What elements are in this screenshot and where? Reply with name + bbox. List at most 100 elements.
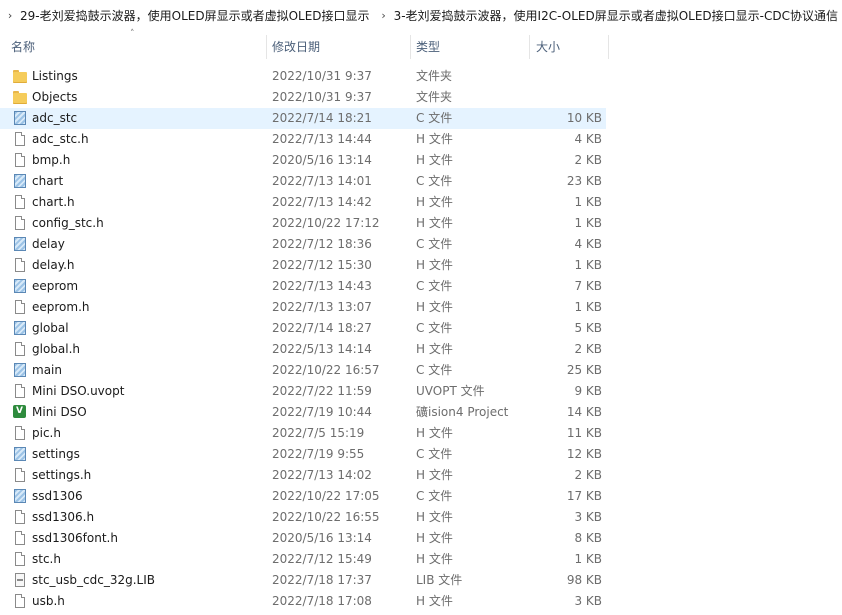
file-name: global.h bbox=[32, 342, 81, 356]
file-type: 文件夹 bbox=[416, 69, 453, 83]
file-size bbox=[530, 66, 602, 87]
file-name: eeprom.h bbox=[32, 300, 90, 314]
chevron-right-icon[interactable]: › bbox=[4, 9, 16, 22]
file-row[interactable]: adc_stc 2022/7/14 18:21 C 文件 10 KB bbox=[0, 108, 606, 129]
column-header-type[interactable]: 类型 bbox=[416, 33, 440, 61]
file-row[interactable]: Objects 2022/10/31 9:37 文件夹 bbox=[0, 87, 606, 108]
file-date: 2022/7/14 18:21 bbox=[272, 111, 372, 125]
file-icon bbox=[13, 510, 27, 525]
file-size: 3 KB bbox=[574, 594, 602, 608]
file-icon bbox=[13, 594, 27, 609]
column-header-date[interactable]: 修改日期 bbox=[272, 33, 320, 61]
file-row[interactable]: stc_usb_cdc_32g.LIB 2022/7/18 17:37 LIB 文件… bbox=[0, 570, 606, 591]
file-name: ssd1306.h bbox=[32, 510, 95, 524]
breadcrumb-item[interactable]: 29-老刘爱捣鼓示波器，使用OLED屏显示或者虚拟OLED接口显示 bbox=[16, 7, 374, 24]
file-type: H 文件 bbox=[416, 258, 453, 272]
file-name: global bbox=[32, 321, 69, 335]
file-icon bbox=[13, 132, 27, 147]
file-name: delay bbox=[32, 237, 65, 251]
file-row[interactable]: settings.h 2022/7/13 14:02 H 文件 2 KB bbox=[0, 465, 606, 486]
file-row[interactable]: config_stc.h 2022/10/22 17:12 H 文件 1 KB bbox=[0, 213, 606, 234]
file-size: 98 KB bbox=[566, 573, 602, 587]
file-type: 文件夹 bbox=[416, 90, 453, 104]
file-row[interactable]: delay 2022/7/12 18:36 C 文件 4 KB bbox=[0, 234, 606, 255]
column-divider[interactable] bbox=[529, 35, 530, 59]
file-name: adc_stc.h bbox=[32, 132, 89, 146]
file-date: 2022/10/31 9:37 bbox=[272, 90, 372, 104]
file-size: 11 KB bbox=[566, 426, 602, 440]
file-date: 2022/5/13 14:14 bbox=[272, 342, 372, 356]
lib-file-icon bbox=[13, 573, 27, 588]
folder-icon bbox=[13, 90, 27, 105]
file-name: chart.h bbox=[32, 195, 75, 209]
file-row[interactable]: adc_stc.h 2022/7/13 14:44 H 文件 4 KB bbox=[0, 129, 606, 150]
file-row[interactable]: global 2022/7/14 18:27 C 文件 5 KB bbox=[0, 318, 606, 339]
file-name: stc.h bbox=[32, 552, 61, 566]
file-date: 2022/7/12 18:36 bbox=[272, 237, 372, 251]
file-date: 2022/7/14 18:27 bbox=[272, 321, 372, 335]
c-file-icon bbox=[13, 111, 27, 126]
file-icon bbox=[13, 300, 27, 315]
file-name: delay.h bbox=[32, 258, 75, 272]
file-name: adc_stc bbox=[32, 111, 78, 125]
keil-project-icon: V bbox=[13, 405, 27, 420]
file-row[interactable]: eeprom 2022/7/13 14:43 C 文件 7 KB bbox=[0, 276, 606, 297]
file-name: Objects bbox=[32, 90, 78, 104]
file-icon bbox=[13, 384, 27, 399]
file-size bbox=[530, 87, 602, 108]
column-header-name[interactable]: 名称 bbox=[11, 33, 35, 61]
chevron-right-icon[interactable]: › bbox=[378, 9, 390, 22]
file-row[interactable]: Mini DSO.uvopt 2022/7/22 11:59 UVOPT 文件 9 K… bbox=[0, 381, 606, 402]
file-type: C 文件 bbox=[416, 447, 453, 461]
file-row[interactable]: chart 2022/7/13 14:01 C 文件 23 KB bbox=[0, 171, 606, 192]
file-name: ssd1306 bbox=[32, 489, 83, 503]
file-type: H 文件 bbox=[416, 153, 453, 167]
file-date: 2022/10/22 16:57 bbox=[272, 363, 380, 377]
file-row[interactable]: settings 2022/7/19 9:55 C 文件 12 KB bbox=[0, 444, 606, 465]
file-size: 10 KB bbox=[566, 111, 602, 125]
file-size: 3 KB bbox=[574, 510, 602, 524]
file-row[interactable]: eeprom.h 2022/7/13 13:07 H 文件 1 KB bbox=[0, 297, 606, 318]
folder-icon bbox=[13, 69, 27, 84]
file-row[interactable]: ssd1306font.h 2020/5/16 13:14 H 文件 8 KB bbox=[0, 528, 606, 549]
file-type: UVOPT 文件 bbox=[416, 384, 485, 398]
file-name: settings bbox=[32, 447, 80, 461]
file-name: ssd1306font.h bbox=[32, 531, 118, 545]
file-date: 2022/7/12 15:30 bbox=[272, 258, 372, 272]
file-size: 2 KB bbox=[574, 468, 602, 482]
file-row[interactable]: chart.h 2022/7/13 14:42 H 文件 1 KB bbox=[0, 192, 606, 213]
file-row[interactable]: pic.h 2022/7/5 15:19 H 文件 11 KB bbox=[0, 423, 606, 444]
file-type: C 文件 bbox=[416, 174, 453, 188]
column-divider[interactable] bbox=[608, 35, 609, 59]
column-divider[interactable] bbox=[266, 35, 267, 59]
file-date: 2022/7/22 11:59 bbox=[272, 384, 372, 398]
file-type: H 文件 bbox=[416, 426, 453, 440]
file-type: H 文件 bbox=[416, 342, 453, 356]
column-header: 名称 ˄ 修改日期 类型 大小 bbox=[0, 29, 842, 61]
file-row[interactable]: global.h 2022/5/13 14:14 H 文件 2 KB bbox=[0, 339, 606, 360]
file-row[interactable]: V Mini DSO 2022/7/19 10:44 礦ision4 Project 1… bbox=[0, 402, 606, 423]
file-icon bbox=[13, 216, 27, 231]
file-row[interactable]: Listings 2022/10/31 9:37 文件夹 bbox=[0, 66, 606, 87]
file-date: 2020/5/16 13:14 bbox=[272, 153, 372, 167]
file-row[interactable]: usb.h 2022/7/18 17:08 H 文件 3 KB bbox=[0, 591, 606, 612]
file-type: H 文件 bbox=[416, 132, 453, 146]
c-file-icon bbox=[13, 489, 27, 504]
file-type: C 文件 bbox=[416, 363, 453, 377]
column-divider[interactable] bbox=[410, 35, 411, 59]
file-type: H 文件 bbox=[416, 552, 453, 566]
c-file-icon bbox=[13, 321, 27, 336]
file-date: 2022/7/13 14:43 bbox=[272, 279, 372, 293]
file-date: 2022/7/19 9:55 bbox=[272, 447, 365, 461]
file-type: C 文件 bbox=[416, 237, 453, 251]
file-row[interactable]: ssd1306.h 2022/10/22 16:55 H 文件 3 KB bbox=[0, 507, 606, 528]
file-row[interactable]: bmp.h 2020/5/16 13:14 H 文件 2 KB bbox=[0, 150, 606, 171]
file-type: C 文件 bbox=[416, 279, 453, 293]
file-row[interactable]: delay.h 2022/7/12 15:30 H 文件 1 KB bbox=[0, 255, 606, 276]
file-size: 17 KB bbox=[566, 489, 602, 503]
column-header-size[interactable]: 大小 bbox=[536, 33, 560, 61]
file-row[interactable]: main 2022/10/22 16:57 C 文件 25 KB bbox=[0, 360, 606, 381]
file-row[interactable]: stc.h 2022/7/12 15:49 H 文件 1 KB bbox=[0, 549, 606, 570]
breadcrumb-item[interactable]: 3-老刘爱捣鼓示波器，使用I2C-OLED屏显示或者虚拟OLED接口显示-CDC… bbox=[390, 7, 842, 24]
file-row[interactable]: ssd1306 2022/10/22 17:05 C 文件 17 KB bbox=[0, 486, 606, 507]
